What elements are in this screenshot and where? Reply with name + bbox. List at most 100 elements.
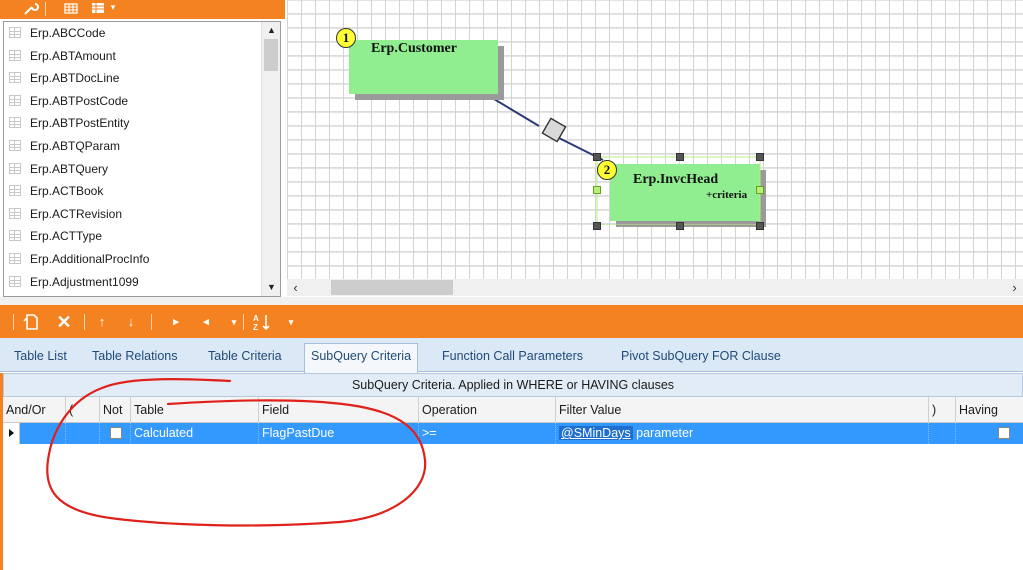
list-item[interactable]: Erp.ACTRevision (4, 203, 262, 226)
table-list-items: Erp.ABCCode Erp.ABTAmount Erp.ABTDocLine Er… (4, 22, 262, 293)
cell-close-paren[interactable] (928, 423, 955, 444)
resize-handle[interactable] (756, 153, 764, 161)
cell-operation[interactable]: >= (418, 423, 555, 444)
cell-table[interactable]: Calculated (130, 423, 258, 444)
list-item[interactable]: Erp.ABTQParam (4, 135, 262, 158)
current-row-icon (9, 429, 14, 437)
having-checkbox[interactable] (998, 427, 1010, 439)
column-header-not[interactable]: Not (99, 397, 130, 423)
scroll-left-icon[interactable]: ‹ (287, 279, 304, 296)
table-icon (9, 27, 21, 38)
list-item[interactable]: Erp.ABTQuery (4, 158, 262, 181)
tab-pivot-subquery-for-clause[interactable]: Pivot SubQuery FOR Clause (621, 348, 781, 368)
table-icon[interactable] (90, 0, 106, 17)
chevron-down-icon[interactable]: ▾ (108, 0, 118, 17)
list-item-label: Erp.ABTQuery (30, 161, 109, 176)
splitter[interactable] (0, 297, 1023, 305)
list-item-label: Erp.ACTRevision (30, 206, 123, 221)
table-icon (9, 94, 21, 106)
scrollbar-thumb[interactable] (264, 39, 278, 71)
cell-and-or[interactable] (20, 423, 65, 444)
resize-handle[interactable] (756, 186, 764, 194)
tab-table-list[interactable]: Table List (14, 348, 67, 368)
list-item-label: Erp.ABTAmount (30, 48, 116, 63)
cell-filter-value[interactable]: @SMinDays parameter (555, 423, 928, 444)
list-item[interactable]: Erp.ABTPostEntity (4, 112, 262, 135)
table-list[interactable]: Erp.ABCCode Erp.ABTAmount Erp.ABTDocLine Er… (3, 21, 281, 297)
table-icon (9, 185, 21, 197)
cell-having[interactable] (955, 423, 1023, 444)
list-item[interactable]: Erp.ABTPostCode (4, 90, 262, 113)
scroll-up-icon[interactable]: ▲ (262, 22, 280, 39)
next-icon[interactable]: ▸ (170, 313, 182, 331)
tab-function-call-parameters[interactable]: Function Call Parameters (442, 348, 583, 368)
list-item[interactable]: Erp.AdditionalProcInfo (4, 248, 262, 271)
toolbar-separator (45, 2, 46, 16)
svg-text:Z: Z (253, 323, 258, 331)
list-item-label: Erp.ABTPostEntity (30, 116, 130, 131)
query-diagram-canvas[interactable]: Erp.Customer 1 Erp.InvcHead +criteria 2 (287, 0, 1023, 279)
sort-az-icon[interactable]: AZ (252, 313, 272, 332)
list-item[interactable]: Erp.ACTBook (4, 180, 262, 203)
resize-handle[interactable] (676, 153, 684, 161)
chevron-down-icon[interactable]: ▾ (230, 313, 238, 331)
list-item-label: Erp.ABTPostCode (30, 93, 129, 108)
column-header-close-paren[interactable]: ) (928, 397, 955, 423)
delete-icon[interactable]: ✕ (54, 313, 74, 331)
resize-handle[interactable] (756, 222, 764, 230)
tab-subquery-criteria[interactable]: SubQuery Criteria (304, 343, 419, 373)
row-selector[interactable] (3, 423, 20, 444)
list-item[interactable]: Erp.ABCCode (4, 22, 262, 45)
table-row[interactable]: Calculated FlagPastDue >= @SMinDays para… (3, 423, 1023, 444)
new-icon[interactable] (21, 313, 41, 331)
column-header-having[interactable]: Having (955, 397, 1023, 423)
column-header-and-or[interactable]: And/Or (3, 397, 65, 423)
column-header-operation[interactable]: Operation (418, 397, 555, 423)
grid-icon[interactable] (63, 0, 79, 17)
toolbar-separator (151, 314, 152, 330)
toolbar-separator (13, 314, 14, 330)
column-header-table[interactable]: Table (130, 397, 258, 423)
resize-handle[interactable] (593, 186, 601, 194)
previous-icon[interactable]: ◂ (200, 313, 212, 331)
list-item[interactable]: Erp.ACTType (4, 225, 262, 248)
move-down-icon[interactable]: ↓ (124, 313, 138, 331)
tab-table-criteria[interactable]: Table Criteria (208, 348, 282, 368)
column-header-field[interactable]: Field (258, 397, 418, 423)
resize-handle[interactable] (676, 222, 684, 230)
scroll-down-icon[interactable]: ▼ (262, 279, 280, 296)
tab-table-relations[interactable]: Table Relations (92, 348, 177, 368)
resize-handle[interactable] (593, 222, 601, 230)
grid-empty-area (3, 444, 1023, 570)
list-item-label: Erp.ACTType (30, 229, 103, 244)
list-item[interactable]: Erp.ABTDocLine (4, 67, 262, 90)
not-checkbox[interactable] (110, 427, 122, 439)
list-item[interactable]: Erp.Adjustment1099 (4, 271, 262, 294)
table-icon (9, 230, 21, 242)
table-list-panel: ▾ Erp.ABCCode Erp.ABTAmount Erp.ABTDocLine… (0, 0, 285, 300)
list-item[interactable]: Erp.ABTAmount (4, 45, 262, 68)
table-list-scrollbar[interactable]: ▲ ▼ (261, 22, 280, 296)
table-icon (9, 139, 21, 151)
parameter-link[interactable]: @SMinDays (559, 426, 633, 440)
selection-outline (596, 156, 761, 225)
table-node-customer[interactable]: Erp.Customer (349, 40, 498, 94)
chevron-down-icon[interactable]: ▾ (287, 313, 295, 331)
column-header-open-paren[interactable]: ( (65, 397, 99, 423)
canvas-horizontal-scrollbar[interactable]: ‹ › (287, 279, 1023, 296)
toolbar-separator (84, 314, 85, 330)
cell-field[interactable]: FlagPastDue (258, 423, 418, 444)
column-header-filter-value[interactable]: Filter Value (555, 397, 928, 423)
scrollbar-thumb[interactable] (331, 280, 453, 295)
wrench-icon[interactable] (22, 0, 40, 17)
scroll-right-icon[interactable]: › (1006, 279, 1023, 296)
cell-not[interactable] (99, 423, 130, 444)
table-icon (9, 117, 21, 129)
svg-text:A: A (253, 314, 259, 323)
resize-handle[interactable] (593, 153, 601, 161)
cell-open-paren[interactable] (65, 423, 99, 444)
list-item-label: Erp.ACTBook (30, 184, 104, 199)
table-icon (9, 207, 21, 219)
move-up-icon[interactable]: ↑ (95, 313, 109, 331)
list-item-label: Erp.AdditionalProcInfo (30, 251, 150, 266)
